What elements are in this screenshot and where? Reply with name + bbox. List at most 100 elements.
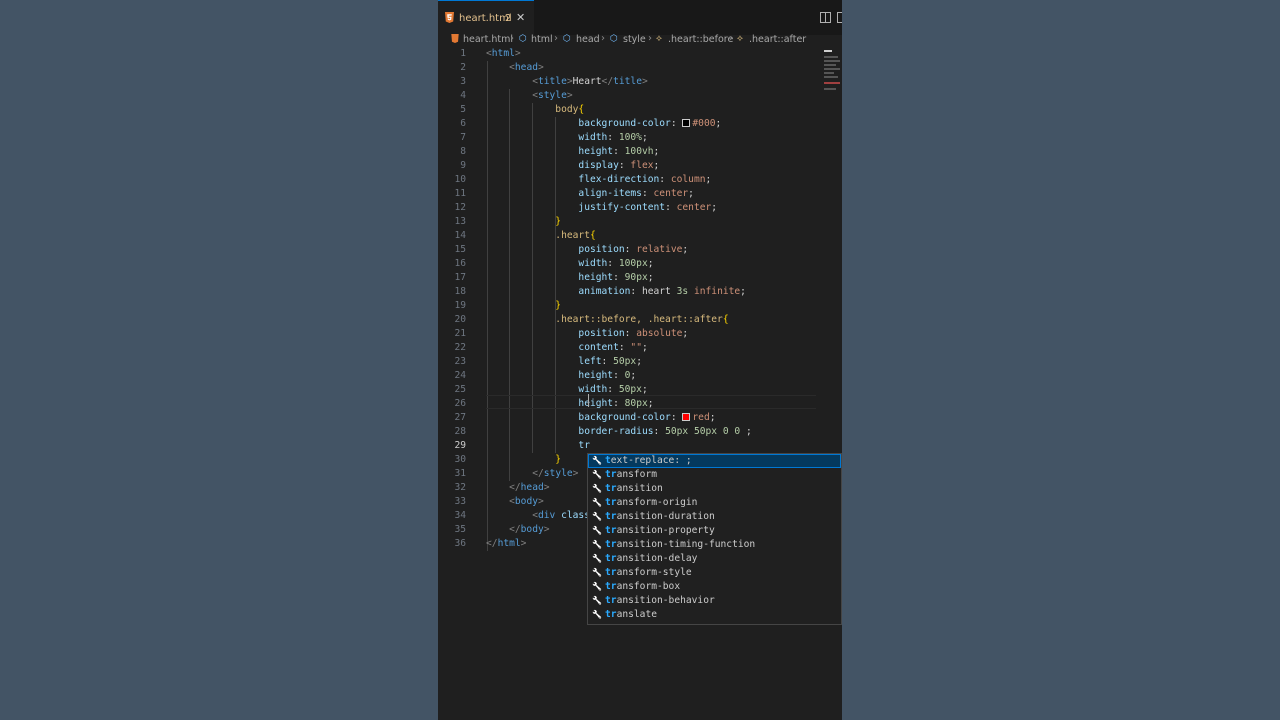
code-text: <style>: [486, 90, 573, 101]
code-text: border-radius: 50px 50px 0 0 ;: [486, 426, 752, 437]
code-line[interactable]: 1 <html>: [438, 47, 842, 61]
suggestion-label: transition-timing-function: [605, 539, 756, 550]
code-text: content: "";: [486, 342, 648, 353]
close-icon[interactable]: ✕: [516, 11, 525, 24]
text-cursor: [588, 394, 589, 407]
selector-icon: ⟡: [737, 34, 743, 44]
code-line[interactable]: 9 display: flex;: [438, 159, 842, 173]
suggestion-item[interactable]: 🔧 transform-box: [588, 580, 841, 594]
code-text: background-color: #000;: [486, 118, 722, 129]
line-number: 22: [454, 342, 466, 353]
code-line[interactable]: 4 <style>: [438, 89, 842, 103]
code-line[interactable]: 20 .heart::before, .heart::after{: [438, 313, 842, 327]
element-icon: ⬡: [563, 34, 571, 44]
code-text: body{: [486, 104, 585, 115]
suggestion-item[interactable]: 🔧 transition-timing-function: [588, 538, 841, 552]
code-line[interactable]: 14 .heart{: [438, 229, 842, 243]
line-number: 30: [454, 454, 466, 465]
suggestion-item[interactable]: 🔧 transform: [588, 468, 841, 482]
code-line[interactable]: 21 position: absolute;: [438, 327, 842, 341]
breadcrumb-item-head[interactable]: head: [576, 34, 600, 45]
suggestion-label: transition-duration: [605, 511, 715, 522]
line-number: 33: [454, 496, 466, 507]
code-line[interactable]: 12 justify-content: center;: [438, 201, 842, 215]
code-line[interactable]: 8 height: 100vh;: [438, 145, 842, 159]
color-swatch[interactable]: [682, 413, 691, 421]
line-number: 14: [454, 230, 466, 241]
code-line[interactable]: 6 background-color: #000;: [438, 117, 842, 131]
code-line[interactable]: 17 height: 90px;: [438, 271, 842, 285]
breadcrumb-item-html[interactable]: html: [531, 34, 553, 45]
line-number: 24: [454, 370, 466, 381]
suggestion-item[interactable]: 🔧 transition-delay: [588, 552, 841, 566]
suggestion-item[interactable]: 🔧 text-replace: ;: [588, 454, 841, 468]
code-editor: heart.html 2 ✕ heart.html › ⬡ html › ⬡ h…: [438, 0, 842, 720]
code-line[interactable]: 27 background-color: red;: [438, 411, 842, 425]
code-line[interactable]: 22 content: "";: [438, 341, 842, 355]
current-line-highlight: [486, 395, 816, 409]
code-line[interactable]: 28 border-radius: 50px 50px 0 0 ;: [438, 425, 842, 439]
suggestion-label: text-replace: ;: [605, 455, 692, 466]
line-number: 5: [460, 104, 466, 115]
chevron-right-icon: ›: [601, 33, 605, 44]
line-number: 19: [454, 300, 466, 311]
code-line[interactable]: 2 <head>: [438, 61, 842, 75]
line-number: 34: [454, 510, 466, 521]
html5-icon: [451, 34, 459, 43]
code-line[interactable]: 24 height: 0;: [438, 369, 842, 383]
wrench-icon: 🔧: [592, 470, 602, 479]
code-line[interactable]: 7 width: 100%;: [438, 131, 842, 145]
code-line[interactable]: 16 width: 100px;: [438, 257, 842, 271]
code-line[interactable]: 15 position: relative;: [438, 243, 842, 257]
code-text: justify-content: center;: [486, 202, 718, 213]
layout-icon[interactable]: [837, 12, 842, 23]
breadcrumb-item-style[interactable]: style: [623, 34, 646, 45]
suggestion-label: transform-style: [605, 567, 692, 578]
suggestion-item[interactable]: 🔧 transform-style: [588, 566, 841, 580]
code-text: align-items: center;: [486, 188, 694, 199]
breadcrumb-item-file[interactable]: heart.html: [463, 34, 513, 45]
tab-label: heart.html: [459, 13, 512, 24]
breadcrumb-item-before[interactable]: .heart::before: [668, 34, 733, 45]
code-line[interactable]: 18 animation: heart 3s infinite;: [438, 285, 842, 299]
color-swatch[interactable]: [682, 119, 691, 127]
html5-icon: [445, 12, 454, 23]
line-number: 36: [454, 538, 466, 549]
code-line[interactable]: 23 left: 50px;: [438, 355, 842, 369]
code-line[interactable]: 13 }: [438, 215, 842, 229]
line-number: 6: [460, 118, 466, 129]
wrench-icon: 🔧: [592, 610, 602, 619]
line-number: 11: [454, 188, 466, 199]
line-number: 15: [454, 244, 466, 255]
code-text: width: 100px;: [486, 258, 654, 269]
code-line[interactable]: 29 tr: [438, 439, 842, 453]
wrench-icon: 🔧: [592, 526, 602, 535]
tab-heart-html[interactable]: heart.html 2 ✕: [438, 0, 534, 35]
suggestion-label: transition-delay: [605, 553, 698, 564]
line-number: 32: [454, 482, 466, 493]
line-number: 2: [460, 62, 466, 73]
suggestion-item[interactable]: 🔧 transition: [588, 482, 841, 496]
suggestion-item[interactable]: 🔧 transform-origin: [588, 496, 841, 510]
autocomplete-suggestions[interactable]: 🔧 text-replace: ; 🔧 transform 🔧 transition 🔧 tr…: [587, 453, 842, 625]
code-line[interactable]: 11 align-items: center;: [438, 187, 842, 201]
chevron-right-icon: ›: [510, 33, 514, 44]
code-text: flex-direction: column;: [486, 174, 712, 185]
suggestion-item[interactable]: 🔧 transition-behavior: [588, 594, 841, 608]
code-text: height: 0;: [486, 370, 637, 381]
code-text: </body>: [486, 524, 550, 535]
wrench-icon: 🔧: [592, 596, 602, 605]
code-text: position: relative;: [486, 244, 689, 255]
code-line[interactable]: 5 body{: [438, 103, 842, 117]
suggestion-item[interactable]: 🔧 transition-property: [588, 524, 841, 538]
line-number: 10: [454, 174, 466, 185]
breadcrumb-item-after[interactable]: .heart::after: [749, 34, 806, 45]
split-editor-icon[interactable]: [820, 12, 831, 23]
code-line[interactable]: 3 <title>Heart</title>: [438, 75, 842, 89]
line-number: 31: [454, 468, 466, 479]
code-line[interactable]: 10 flex-direction: column;: [438, 173, 842, 187]
suggestion-item[interactable]: 🔧 transition-duration: [588, 510, 841, 524]
suggestion-item[interactable]: 🔧 translate: [588, 608, 841, 622]
code-line[interactable]: 19 }: [438, 299, 842, 313]
selector-icon: ⟡: [656, 34, 662, 44]
